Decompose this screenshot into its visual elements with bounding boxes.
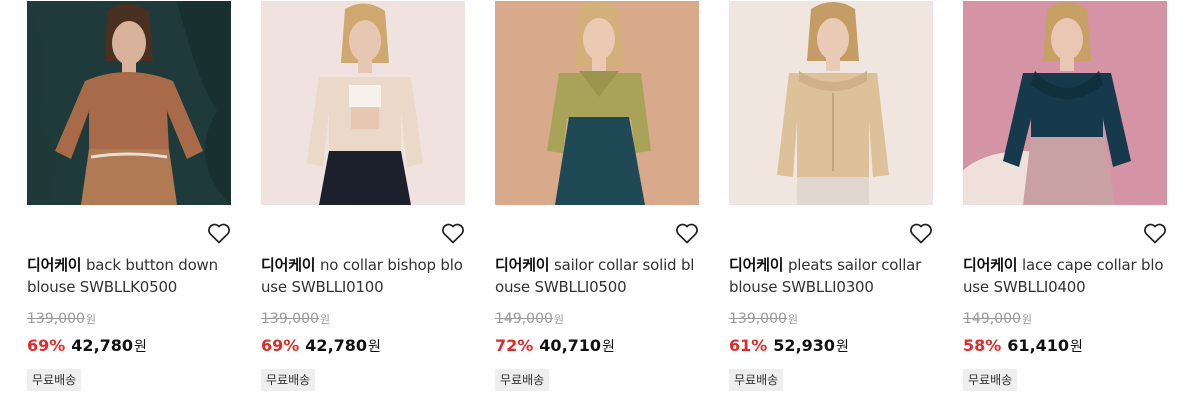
original-price-unit: 원 bbox=[787, 313, 799, 326]
wishlist-heart-icon[interactable] bbox=[675, 222, 699, 244]
free-shipping-badge: 무료배송 bbox=[27, 369, 82, 391]
original-price-unit: 원 bbox=[1021, 313, 1033, 326]
original-price-unit: 원 bbox=[85, 313, 97, 326]
product-photo bbox=[495, 1, 699, 205]
product-image[interactable] bbox=[963, 1, 1167, 205]
product-image[interactable] bbox=[261, 1, 465, 205]
product-card[interactable]: 디어케이 pleats sailor collar blouse SWBLLI0… bbox=[729, 0, 933, 400]
original-price: 149,000원 bbox=[963, 309, 1032, 330]
product-brand: 디어케이 bbox=[27, 256, 82, 274]
sale-price-unit: 원 bbox=[1070, 339, 1083, 355]
product-title[interactable]: 디어케이 no collar bishop blouse SWBLLI0100 bbox=[261, 254, 465, 298]
original-price-value: 139,000 bbox=[729, 311, 787, 327]
original-price: 149,000원 bbox=[495, 309, 564, 330]
original-price: 139,000원 bbox=[27, 309, 96, 330]
product-photo bbox=[27, 1, 231, 205]
original-price-value: 139,000 bbox=[261, 311, 319, 327]
product-photo bbox=[729, 1, 933, 205]
sale-price-row: 69% 42,780원 bbox=[27, 334, 147, 359]
original-price: 139,000원 bbox=[729, 309, 798, 330]
product-brand: 디어케이 bbox=[963, 256, 1018, 274]
sale-price-row: 58% 61,410원 bbox=[963, 334, 1083, 359]
original-price-unit: 원 bbox=[553, 313, 565, 326]
free-shipping-badge: 무료배송 bbox=[729, 369, 784, 391]
sale-price-row: 72% 40,710원 bbox=[495, 334, 615, 359]
product-image[interactable] bbox=[27, 1, 231, 205]
sale-price: 42,780 bbox=[305, 336, 368, 355]
discount-rate: 69% bbox=[27, 336, 66, 355]
wishlist-heart-icon[interactable] bbox=[207, 222, 231, 244]
product-title[interactable]: 디어케이 back button down blouse SWBLLK0500 bbox=[27, 254, 231, 298]
product-brand: 디어케이 bbox=[495, 256, 550, 274]
product-grid: 디어케이 back button down blouse SWBLLK0500 … bbox=[0, 0, 1182, 400]
product-title[interactable]: 디어케이 sailor collar solid blouse SWBLLI05… bbox=[495, 254, 699, 298]
product-photo bbox=[261, 1, 465, 205]
sale-price-unit: 원 bbox=[602, 339, 615, 355]
wishlist-heart-icon[interactable] bbox=[1143, 222, 1167, 244]
sale-price: 42,780 bbox=[71, 336, 134, 355]
sale-price-unit: 원 bbox=[134, 339, 147, 355]
original-price-value: 149,000 bbox=[495, 311, 553, 327]
original-price-value: 149,000 bbox=[963, 311, 1021, 327]
original-price-unit: 원 bbox=[319, 313, 331, 326]
free-shipping-badge: 무료배송 bbox=[963, 369, 1018, 391]
original-price-value: 139,000 bbox=[27, 311, 85, 327]
original-price: 139,000원 bbox=[261, 309, 330, 330]
product-card[interactable]: 디어케이 no collar bishop blouse SWBLLI0100 … bbox=[261, 0, 465, 400]
free-shipping-badge: 무료배송 bbox=[261, 369, 316, 391]
sale-price-row: 61% 52,930원 bbox=[729, 334, 849, 359]
wishlist-heart-icon[interactable] bbox=[441, 222, 465, 244]
product-brand: 디어케이 bbox=[729, 256, 784, 274]
sale-price-row: 69% 42,780원 bbox=[261, 334, 381, 359]
product-card[interactable]: 디어케이 sailor collar solid blouse SWBLLI05… bbox=[495, 0, 699, 400]
product-image[interactable] bbox=[729, 1, 933, 205]
discount-rate: 58% bbox=[963, 336, 1002, 355]
sale-price: 40,710 bbox=[539, 336, 602, 355]
sale-price: 61,410 bbox=[1007, 336, 1070, 355]
sale-price-unit: 원 bbox=[836, 339, 849, 355]
discount-rate: 69% bbox=[261, 336, 300, 355]
sale-price: 52,930 bbox=[773, 336, 836, 355]
product-brand: 디어케이 bbox=[261, 256, 316, 274]
discount-rate: 61% bbox=[729, 336, 768, 355]
free-shipping-badge: 무료배송 bbox=[495, 369, 550, 391]
product-card[interactable]: 디어케이 back button down blouse SWBLLK0500 … bbox=[27, 0, 231, 400]
product-image[interactable] bbox=[495, 1, 699, 205]
product-title[interactable]: 디어케이 lace cape collar blouse SWBLLI0400 bbox=[963, 254, 1167, 298]
product-card[interactable]: 디어케이 lace cape collar blouse SWBLLI0400 … bbox=[963, 0, 1167, 400]
product-title[interactable]: 디어케이 pleats sailor collar blouse SWBLLI0… bbox=[729, 254, 933, 298]
discount-rate: 72% bbox=[495, 336, 534, 355]
wishlist-heart-icon[interactable] bbox=[909, 222, 933, 244]
sale-price-unit: 원 bbox=[368, 339, 381, 355]
product-photo bbox=[963, 1, 1167, 205]
